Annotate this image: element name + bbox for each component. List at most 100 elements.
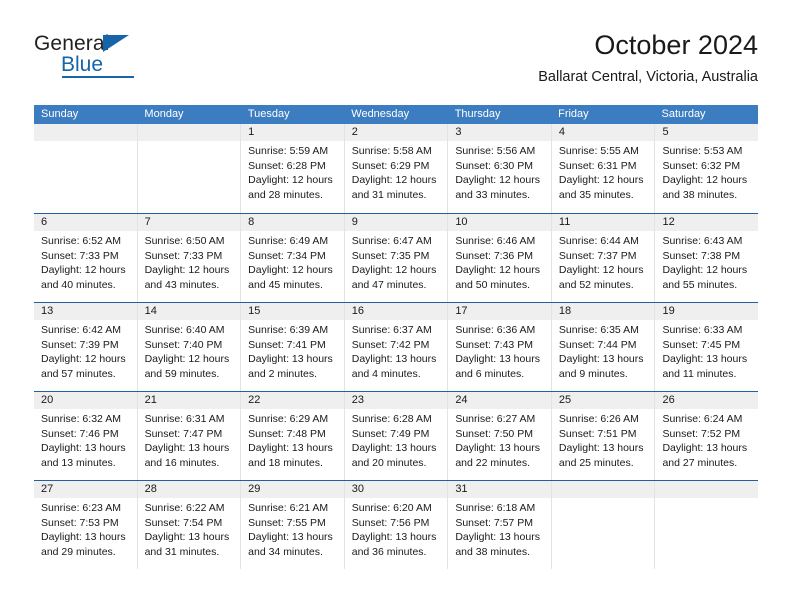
day-cell-16[interactable]: 16 Sunrise: 6:37 AM Sunset: 7:42 PM Dayligh… bbox=[344, 303, 449, 391]
day-cell-8[interactable]: 8 Sunrise: 6:49 AM Sunset: 7:34 PM Daylight… bbox=[241, 214, 345, 302]
day-cell-12[interactable]: 12 Sunrise: 6:43 AM Sunset: 7:38 PM Dayligh… bbox=[655, 214, 759, 302]
day-detail-line: and 36 minutes. bbox=[351, 545, 427, 558]
day-detail-line: Sunset: 7:52 PM bbox=[662, 427, 741, 440]
day-detail-line: Daylight: 13 hours bbox=[351, 353, 437, 366]
day-detail-lines: Sunrise: 5:59 AM Sunset: 6:28 PM Daylight:… bbox=[241, 141, 344, 202]
day-cell-2[interactable]: 2 Sunrise: 5:58 AM Sunset: 6:29 PM Daylight… bbox=[344, 124, 449, 213]
day-detail-lines: Sunrise: 6:23 AM Sunset: 7:53 PM Daylight:… bbox=[34, 498, 137, 559]
day-detail-line: and 9 minutes. bbox=[558, 367, 628, 380]
day-cell-28[interactable]: 28 Sunrise: 6:22 AM Sunset: 7:54 PM Dayligh… bbox=[137, 481, 242, 569]
day-cell-13[interactable]: 13 Sunrise: 6:42 AM Sunset: 7:39 PM Dayligh… bbox=[34, 303, 138, 391]
day-detail-line: Sunset: 7:55 PM bbox=[248, 516, 326, 529]
day-detail-line: and 43 minutes. bbox=[144, 278, 220, 291]
day-detail-line: Sunrise: 6:22 AM bbox=[144, 502, 225, 514]
page-subtitle: Ballarat Central, Victoria, Australia bbox=[538, 69, 758, 85]
day-detail-line: Daylight: 13 hours bbox=[351, 442, 437, 455]
day-detail-lines: Sunrise: 6:27 AM Sunset: 7:50 PM Daylight:… bbox=[448, 409, 551, 470]
general-blue-logo[interactable]: General Blue bbox=[34, 32, 214, 88]
day-detail-line: Sunrise: 6:39 AM bbox=[248, 324, 329, 336]
day-detail-line: Sunset: 7:51 PM bbox=[558, 427, 637, 440]
logo-text-blue: Blue bbox=[61, 53, 104, 76]
day-detail-line: Daylight: 13 hours bbox=[248, 531, 333, 544]
day-detail-line: Sunset: 7:45 PM bbox=[662, 338, 741, 351]
day-cell-30[interactable]: 30 Sunrise: 6:20 AM Sunset: 7:56 PM Dayligh… bbox=[344, 481, 449, 569]
calendar-week-row: 6 Sunrise: 6:52 AM Sunset: 7:33 PM Daylight… bbox=[34, 213, 759, 302]
day-detail-lines: Sunrise: 6:39 AM Sunset: 7:41 PM Daylight:… bbox=[241, 320, 344, 381]
day-cell-22[interactable]: 22 Sunrise: 6:29 AM Sunset: 7:48 PM Dayligh… bbox=[241, 392, 345, 480]
day-detail-lines: Sunrise: 6:29 AM Sunset: 7:48 PM Daylight:… bbox=[241, 409, 344, 470]
day-cell-29[interactable]: 29 Sunrise: 6:21 AM Sunset: 7:55 PM Dayligh… bbox=[241, 481, 345, 569]
day-detail-line: Daylight: 13 hours bbox=[558, 353, 644, 366]
day-cell-11[interactable]: 11 Sunrise: 6:44 AM Sunset: 7:37 PM Dayligh… bbox=[551, 214, 656, 302]
day-detail-line: Sunrise: 6:18 AM bbox=[455, 502, 536, 514]
day-detail-line: Daylight: 12 hours bbox=[248, 264, 333, 277]
day-cell-21[interactable]: 21 Sunrise: 6:31 AM Sunset: 7:47 PM Dayligh… bbox=[137, 392, 242, 480]
day-cell-19[interactable]: 19 Sunrise: 6:33 AM Sunset: 7:45 PM Dayligh… bbox=[655, 303, 759, 391]
day-cell-27[interactable]: 27 Sunrise: 6:23 AM Sunset: 7:53 PM Dayligh… bbox=[34, 481, 138, 569]
day-number: 2 bbox=[344, 124, 448, 141]
day-detail-lines: Sunrise: 6:44 AM Sunset: 7:37 PM Daylight:… bbox=[552, 231, 655, 292]
day-cell-4[interactable]: 4 Sunrise: 5:55 AM Sunset: 6:31 PM Daylight… bbox=[551, 124, 656, 213]
day-detail-line: Daylight: 12 hours bbox=[144, 353, 230, 366]
day-number: 11 bbox=[551, 214, 655, 231]
day-detail-lines: Sunrise: 6:42 AM Sunset: 7:39 PM Daylight:… bbox=[34, 320, 137, 381]
day-cell-23[interactable]: 23 Sunrise: 6:28 AM Sunset: 7:49 PM Dayligh… bbox=[344, 392, 449, 480]
day-cell-5[interactable]: 5 Sunrise: 5:53 AM Sunset: 6:32 PM Daylight… bbox=[655, 124, 759, 213]
day-detail-line: Sunrise: 6:23 AM bbox=[41, 502, 121, 514]
day-cell-26[interactable]: 26 Sunrise: 6:24 AM Sunset: 7:52 PM Dayligh… bbox=[655, 392, 759, 480]
day-detail-line: Daylight: 12 hours bbox=[144, 264, 230, 277]
day-detail-line: and 47 minutes. bbox=[351, 278, 427, 291]
day-detail-line: and 6 minutes. bbox=[455, 367, 525, 380]
day-number: 17 bbox=[448, 303, 551, 320]
day-detail-lines: Sunrise: 5:55 AM Sunset: 6:31 PM Daylight:… bbox=[552, 141, 655, 202]
day-detail-line: Daylight: 13 hours bbox=[662, 442, 748, 455]
day-cell-24[interactable]: 24 Sunrise: 6:27 AM Sunset: 7:50 PM Dayligh… bbox=[448, 392, 552, 480]
day-detail-line: and 31 minutes. bbox=[144, 545, 220, 558]
weekday-header-tuesday: Tuesday bbox=[247, 108, 290, 120]
day-detail-line: Daylight: 12 hours bbox=[455, 174, 540, 187]
day-cell-10[interactable]: 10 Sunrise: 6:46 AM Sunset: 7:36 PM Dayligh… bbox=[448, 214, 552, 302]
day-cell-empty bbox=[655, 481, 759, 569]
day-detail-line: and 38 minutes. bbox=[662, 188, 738, 201]
day-cell-empty bbox=[137, 124, 242, 213]
day-detail-line: Sunset: 7:47 PM bbox=[144, 427, 223, 440]
day-cell-17[interactable]: 17 Sunrise: 6:36 AM Sunset: 7:43 PM Dayligh… bbox=[448, 303, 552, 391]
day-detail-line: and 31 minutes. bbox=[351, 188, 427, 201]
day-detail-lines: Sunrise: 6:50 AM Sunset: 7:33 PM Daylight:… bbox=[138, 231, 241, 292]
day-detail-line: and 27 minutes. bbox=[662, 456, 738, 469]
day-detail-line: and 11 minutes. bbox=[662, 367, 737, 380]
day-detail-line: Sunrise: 6:29 AM bbox=[248, 413, 329, 425]
day-cell-25[interactable]: 25 Sunrise: 6:26 AM Sunset: 7:51 PM Dayligh… bbox=[551, 392, 656, 480]
day-number: 27 bbox=[34, 481, 137, 498]
day-number: 1 bbox=[241, 124, 344, 141]
day-cell-31[interactable]: 31 Sunrise: 6:18 AM Sunset: 7:57 PM Dayligh… bbox=[448, 481, 552, 569]
day-number: 14 bbox=[137, 303, 241, 320]
day-detail-line: and 33 minutes. bbox=[455, 188, 531, 201]
day-cell-1[interactable]: 1 Sunrise: 5:59 AM Sunset: 6:28 PM Daylight… bbox=[241, 124, 345, 213]
day-cell-6[interactable]: 6 Sunrise: 6:52 AM Sunset: 7:33 PM Daylight… bbox=[34, 214, 138, 302]
day-detail-line: Sunset: 7:33 PM bbox=[41, 249, 119, 262]
day-detail-line: Sunrise: 5:58 AM bbox=[351, 145, 432, 157]
day-cell-3[interactable]: 3 Sunrise: 5:56 AM Sunset: 6:30 PM Daylight… bbox=[448, 124, 552, 213]
day-number: 18 bbox=[551, 303, 655, 320]
day-cell-14[interactable]: 14 Sunrise: 6:40 AM Sunset: 7:40 PM Dayligh… bbox=[137, 303, 242, 391]
day-cell-18[interactable]: 18 Sunrise: 6:35 AM Sunset: 7:44 PM Dayligh… bbox=[551, 303, 656, 391]
day-cell-empty bbox=[34, 124, 138, 213]
day-number: 15 bbox=[241, 303, 344, 320]
day-number: 25 bbox=[551, 392, 655, 409]
day-detail-line: Daylight: 13 hours bbox=[248, 442, 333, 455]
day-detail-line: Sunrise: 6:37 AM bbox=[351, 324, 432, 336]
day-detail-line: Sunrise: 6:20 AM bbox=[351, 502, 432, 514]
day-detail-line: Daylight: 12 hours bbox=[662, 174, 748, 187]
day-cell-20[interactable]: 20 Sunrise: 6:32 AM Sunset: 7:46 PM Dayligh… bbox=[34, 392, 138, 480]
calendar-week-row: 13 Sunrise: 6:42 AM Sunset: 7:39 PM Dayligh… bbox=[34, 302, 759, 391]
day-detail-lines: Sunrise: 6:36 AM Sunset: 7:43 PM Daylight:… bbox=[448, 320, 551, 381]
day-detail-line: Daylight: 13 hours bbox=[558, 442, 644, 455]
day-detail-line: Sunset: 6:29 PM bbox=[351, 159, 430, 172]
day-detail-line: Sunrise: 6:28 AM bbox=[351, 413, 432, 425]
day-number: 16 bbox=[344, 303, 448, 320]
day-cell-7[interactable]: 7 Sunrise: 6:50 AM Sunset: 7:33 PM Daylight… bbox=[137, 214, 242, 302]
day-cell-15[interactable]: 15 Sunrise: 6:39 AM Sunset: 7:41 PM Dayligh… bbox=[241, 303, 345, 391]
day-cell-9[interactable]: 9 Sunrise: 6:47 AM Sunset: 7:35 PM Daylight… bbox=[344, 214, 449, 302]
day-detail-line: and 55 minutes. bbox=[662, 278, 738, 291]
